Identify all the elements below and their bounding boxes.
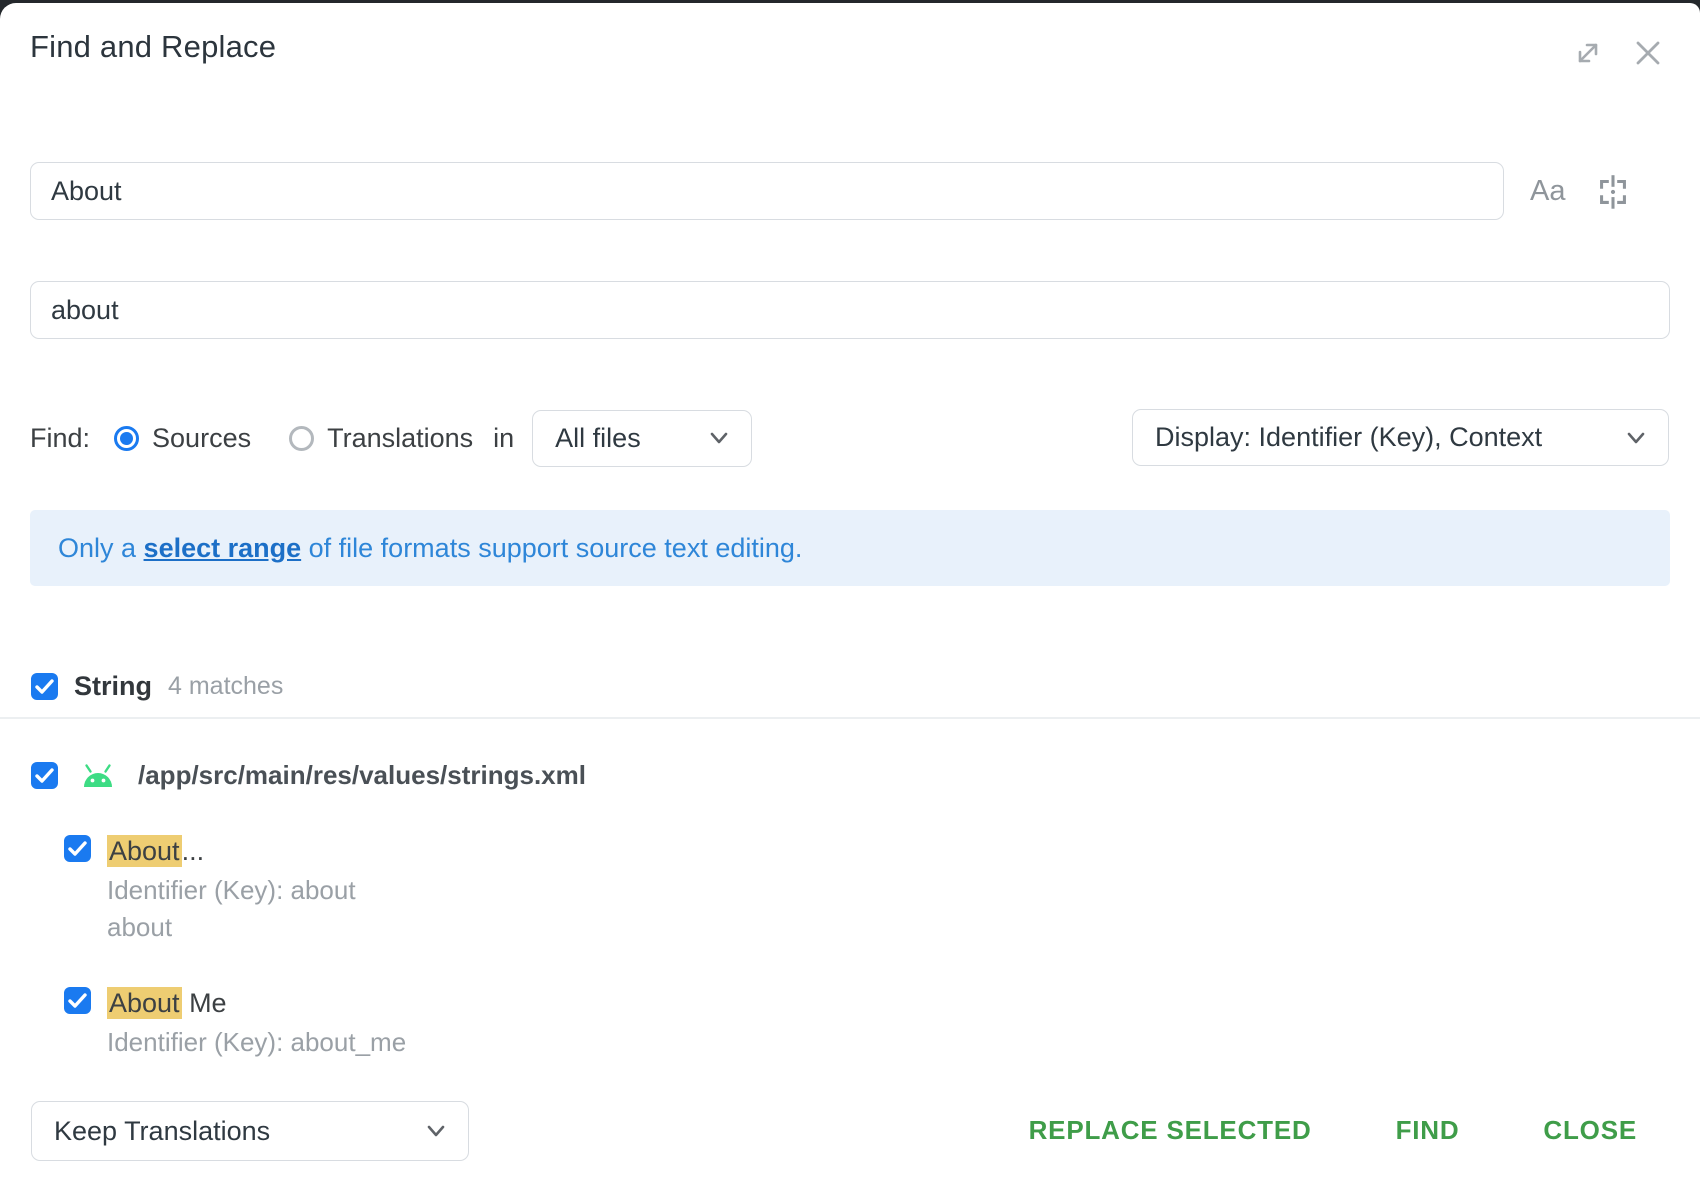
find-options-row: Find: Sources Translations in All files <box>30 408 752 468</box>
result-source-text[interactable]: About Me <box>107 985 406 1021</box>
replace-input[interactable] <box>30 281 1670 339</box>
display-options-select[interactable]: Display: Identifier (Key), Context <box>1132 409 1669 466</box>
file-path[interactable]: /app/src/main/res/values/strings.xml <box>138 760 586 791</box>
sources-radio-label[interactable]: Sources <box>152 423 251 454</box>
chevron-down-icon <box>1626 431 1646 445</box>
dialog-title: Find and Replace <box>30 29 276 65</box>
close-button[interactable]: CLOSE <box>1543 1115 1637 1146</box>
select-range-link[interactable]: select range <box>144 533 302 563</box>
window-controls <box>1568 33 1668 73</box>
string-group-label: String <box>74 671 152 702</box>
match-highlight: About <box>107 987 182 1019</box>
string-group-count: 4 matches <box>168 672 283 701</box>
translations-radio[interactable] <box>289 426 314 451</box>
find-and-replace-overlay: Find and Replace <box>0 0 1700 1192</box>
match-case-icon[interactable]: Aa <box>1530 175 1565 208</box>
replace-selected-button[interactable]: REPLACE SELECTED <box>1029 1115 1312 1146</box>
whole-word-icon[interactable] <box>1593 171 1633 211</box>
result-identifier: Identifier (Key): about <box>107 869 356 911</box>
file-scope-select[interactable]: All files <box>532 410 752 467</box>
search-input[interactable] <box>30 162 1504 220</box>
footer-actions: REPLACE SELECTED FIND CLOSE <box>1029 1115 1637 1146</box>
close-icon[interactable] <box>1628 33 1668 73</box>
result-checkbox[interactable] <box>64 987 91 1014</box>
string-group-row: String 4 matches <box>31 671 283 702</box>
find-label: Find: <box>30 423 90 454</box>
result-identifier: Identifier (Key): about_me <box>107 1021 406 1063</box>
search-tools: Aa <box>1530 162 1633 220</box>
expand-icon[interactable] <box>1568 33 1608 73</box>
android-icon <box>80 763 116 789</box>
section-divider <box>0 717 1700 719</box>
chevron-down-icon <box>426 1124 446 1138</box>
in-label: in <box>493 423 514 454</box>
keep-translations-value: Keep Translations <box>54 1116 270 1147</box>
string-group-checkbox[interactable] <box>31 673 58 700</box>
find-and-replace-dialog: Find and Replace <box>0 3 1700 1192</box>
keep-translations-select[interactable]: Keep Translations <box>31 1101 469 1161</box>
banner-text-prefix: Only a <box>58 533 144 563</box>
result-source-text[interactable]: About... <box>107 833 356 869</box>
chevron-down-icon <box>709 431 729 445</box>
file-checkbox[interactable] <box>31 762 58 789</box>
result-context: about <box>107 911 356 944</box>
file-row: /app/src/main/res/values/strings.xml <box>31 760 586 791</box>
display-options-value: Display: Identifier (Key), Context <box>1155 422 1542 453</box>
match-highlight: About <box>107 835 182 867</box>
translations-radio-label[interactable]: Translations <box>327 423 473 454</box>
search-result-row: About... Identifier (Key): about about <box>64 833 356 944</box>
banner-text-suffix: of file formats support source text edit… <box>301 533 802 563</box>
result-checkbox[interactable] <box>64 835 91 862</box>
file-scope-value: All files <box>555 423 641 454</box>
info-banner: Only a select range of file formats supp… <box>30 510 1670 586</box>
search-result-row: About Me Identifier (Key): about_me <box>64 985 406 1063</box>
sources-radio[interactable] <box>114 426 139 451</box>
find-button[interactable]: FIND <box>1396 1115 1460 1146</box>
